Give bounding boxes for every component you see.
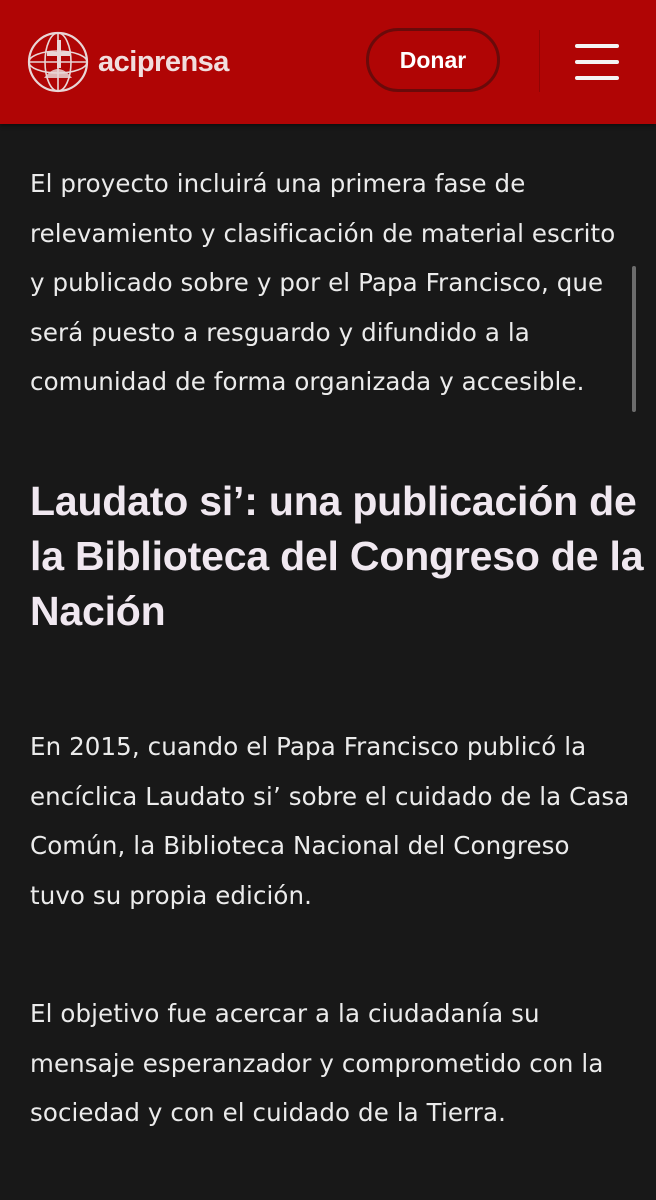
article-subheading: Laudato si’: una publicación de la Bibli… <box>30 478 644 634</box>
aciprensa-globe-logo-icon <box>27 31 89 93</box>
brand-logo[interactable]: aciprensa <box>26 30 229 94</box>
article-paragraph-2: En 2015, cuando el Papa Francisco public… <box>30 732 630 910</box>
menu-line <box>575 76 619 80</box>
scrollbar[interactable] <box>632 266 636 412</box>
hamburger-menu-icon[interactable] <box>572 40 624 84</box>
donate-button[interactable]: Donar <box>366 28 500 92</box>
menu-line <box>575 44 619 48</box>
site-header: aciprensa Donar <box>0 0 656 124</box>
brand-name: aciprensa <box>98 45 229 78</box>
article-paragraph-3: El objetivo fue acercar a la ciudadanía … <box>30 999 604 1127</box>
header-divider <box>539 30 540 92</box>
menu-line <box>575 60 619 64</box>
article-paragraph-intro: El proyecto incluirá una primera fase de… <box>30 169 616 396</box>
